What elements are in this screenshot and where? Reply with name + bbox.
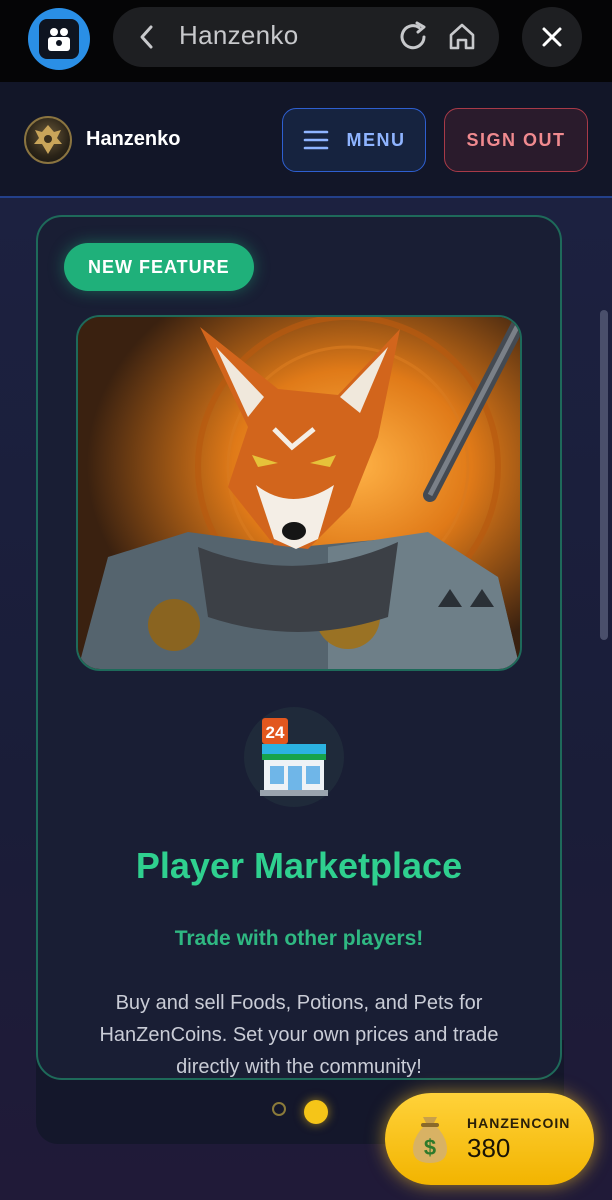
wallet-amount: 380: [467, 1133, 511, 1163]
home-icon[interactable]: [447, 21, 477, 56]
site-name[interactable]: Hanzenko: [86, 128, 180, 151]
svg-text:$: $: [424, 1135, 436, 1160]
card-subtitle: Trade with other players!: [174, 927, 424, 950]
sign-out-button[interactable]: SIGN OUT: [444, 108, 588, 172]
store-sign-number: 24: [266, 723, 285, 742]
menu-label: MENU: [346, 129, 406, 150]
close-button[interactable]: [522, 7, 582, 67]
hamburger-icon: [303, 130, 328, 150]
reload-icon[interactable]: [397, 21, 431, 58]
sign-out-label: SIGN OUT: [466, 129, 566, 150]
hero-image-fox-warrior: [76, 315, 522, 671]
site-header: Hanzenko MENU SIGN OUT: [0, 82, 612, 198]
card-title: Player Marketplace: [135, 845, 463, 886]
hanzencoin-wallet-pill[interactable]: $ HANZENCOIN 380: [385, 1093, 594, 1185]
logo-icon[interactable]: [24, 116, 72, 164]
close-icon: [542, 27, 562, 47]
new-feature-badge: NEW FEATURE: [64, 243, 254, 291]
menu-button[interactable]: MENU: [282, 108, 426, 172]
url-title: Hanzenko: [179, 20, 299, 50]
address-bar[interactable]: Hanzenko: [113, 7, 499, 67]
carousel-dot-2-active[interactable]: [304, 1100, 328, 1124]
wallet-label: HANZENCOIN: [467, 1115, 571, 1131]
back-chevron-icon[interactable]: [137, 23, 157, 56]
convenience-store-icon: 24: [244, 707, 344, 807]
feature-card: NEW FEATURE 24 Player Marketplace Trade …: [36, 215, 562, 1080]
money-bag-icon: $: [407, 1113, 453, 1170]
scrollbar[interactable]: [600, 310, 608, 640]
card-description: Buy and sell Foods, Potions, and Pets fo…: [99, 992, 499, 1078]
app-icon[interactable]: [28, 8, 90, 70]
browser-bar: Hanzenko: [0, 0, 612, 82]
carousel-dot-1[interactable]: [272, 1102, 286, 1116]
